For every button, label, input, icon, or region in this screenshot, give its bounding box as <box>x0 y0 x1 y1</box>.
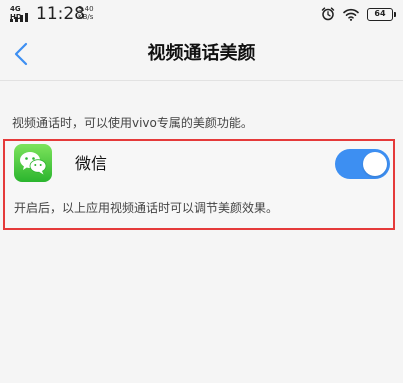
app-setting-hint: 开启后，以上应用视频通话时可以调节美颜效果。 <box>14 201 279 215</box>
toggle-knob <box>363 152 387 176</box>
battery-level: 64 <box>374 9 386 18</box>
app-name-label: 微信 <box>75 154 108 173</box>
signal-bars-icon <box>10 13 28 22</box>
wechat-icon <box>14 144 52 182</box>
wifi-icon <box>343 8 359 21</box>
network-speed: 3.40 KB/s <box>78 5 94 21</box>
battery-icon: 64 <box>367 7 396 21</box>
alarm-clock-icon <box>321 7 335 21</box>
network-speed-value: 3.40 <box>78 5 94 13</box>
network-speed-unit: KB/s <box>78 13 94 21</box>
status-icons: 64 <box>321 6 396 22</box>
status-bar: 4G HD 11:28 3.40 KB/s 64 <box>0 0 403 28</box>
app-setting-card: 微信 开启后，以上应用视频通话时可以调节美颜效果。 <box>3 139 395 230</box>
feature-description: 视频通话时，可以使用vivo专属的美颜功能。 <box>12 116 253 130</box>
beauty-toggle-switch[interactable] <box>335 149 390 179</box>
nav-bar: 视频通话美颜 <box>0 28 403 81</box>
page-title: 视频通话美颜 <box>147 43 256 64</box>
cellular-signal-icon: 4G HD <box>10 5 32 22</box>
